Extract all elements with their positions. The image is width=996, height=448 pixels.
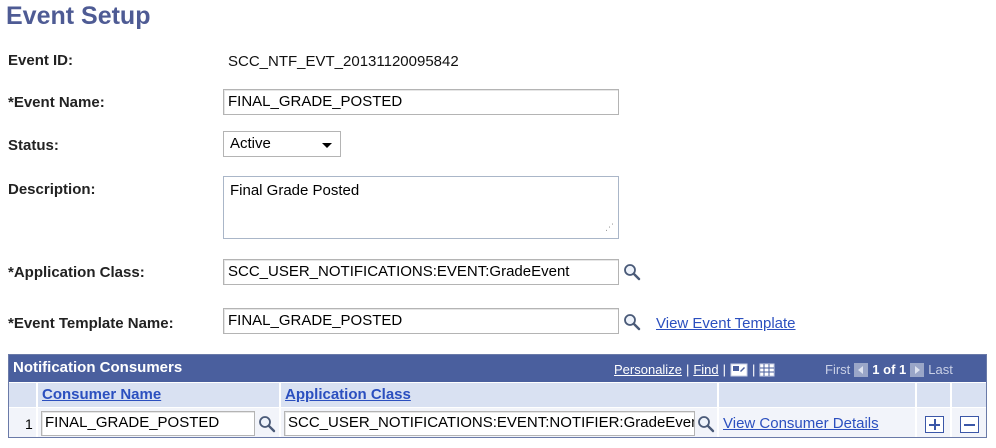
event-name-input[interactable]: FINAL_GRADE_POSTED	[223, 89, 619, 115]
lookup-icon[interactable]	[623, 313, 641, 331]
toolbar-separator: |	[722, 362, 727, 377]
notification-consumers-grid: Notification Consumers Personalize | Fin…	[8, 354, 987, 438]
description-textarea[interactable]: Final Grade Posted ⋰	[223, 176, 619, 239]
application-class-label: *Application Class:	[8, 264, 145, 281]
event-template-name-input[interactable]: FINAL_GRADE_POSTED	[223, 308, 619, 334]
grid-toolbar: Personalize | Find | |	[614, 362, 775, 377]
details-header	[719, 383, 916, 407]
find-link[interactable]: Find	[693, 362, 718, 377]
resize-grip-icon[interactable]: ⋰	[605, 222, 614, 233]
toolbar-separator: |	[752, 362, 756, 377]
personalize-link[interactable]: Personalize	[614, 362, 682, 377]
grid-title: Notification Consumers	[13, 359, 183, 376]
lookup-icon[interactable]	[697, 415, 715, 433]
delete-row-icon[interactable]	[960, 416, 979, 433]
status-select[interactable]: Active	[223, 131, 341, 157]
first-label[interactable]: First	[825, 362, 850, 377]
application-class-header[interactable]: Application Class	[281, 383, 718, 407]
consumer-name-header-label[interactable]: Consumer Name	[42, 386, 161, 403]
view-event-template-link[interactable]: View Event Template	[656, 315, 796, 332]
consumer-name-header[interactable]: Consumer Name	[38, 383, 280, 407]
description-text: Final Grade Posted	[230, 182, 360, 199]
grid-header-bar: Notification Consumers Personalize | Fin…	[9, 355, 986, 382]
row-number: 1	[25, 416, 33, 432]
chevron-down-icon	[322, 143, 332, 148]
event-id-label: Event ID:	[8, 52, 74, 69]
delete-header	[952, 383, 986, 407]
page-title: Event Setup	[6, 2, 151, 30]
view-consumer-details-link[interactable]: View Consumer Details	[723, 415, 879, 432]
row-number-header	[9, 383, 37, 407]
last-arrow-icon[interactable]	[910, 362, 925, 377]
consumer-name-input[interactable]: FINAL_GRADE_POSTED	[41, 411, 255, 436]
toolbar-separator: |	[685, 362, 690, 377]
event-name-label: *Event Name:	[8, 94, 105, 111]
event-template-name-label: *Event Template Name:	[8, 315, 174, 332]
download-icon[interactable]	[759, 363, 775, 377]
first-arrow-icon[interactable]	[854, 362, 869, 377]
view-all-icon[interactable]	[730, 363, 748, 377]
application-class-header-label[interactable]: Application Class	[285, 386, 411, 403]
description-label: Description:	[8, 181, 96, 198]
grid-navigation: First 1 of 1 Last	[825, 362, 953, 377]
lookup-icon[interactable]	[623, 263, 641, 281]
lookup-icon[interactable]	[258, 415, 276, 433]
event-id-value: SCC_NTF_EVT_20131120095842	[228, 53, 459, 70]
last-label[interactable]: Last	[928, 362, 953, 377]
add-header	[917, 383, 951, 407]
add-row-icon[interactable]	[925, 416, 944, 433]
status-select-value: Active	[230, 135, 271, 152]
consumer-application-class-input[interactable]: SCC_USER_NOTIFICATIONS:EVENT:NOTIFIER:Gr…	[284, 411, 695, 436]
application-class-input[interactable]: SCC_USER_NOTIFICATIONS:EVENT:GradeEvent	[223, 259, 619, 285]
status-label: Status:	[8, 137, 59, 154]
row-count: 1 of 1	[872, 362, 907, 377]
